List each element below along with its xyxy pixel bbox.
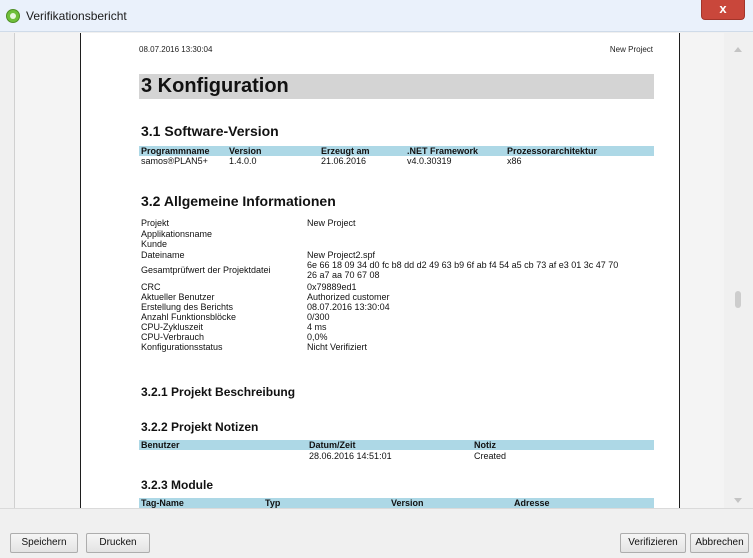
print-button[interactable]: Drucken [86,533,150,553]
module-col-adresse: Adresse [514,498,550,508]
software-col-programmname: Programmname [141,146,210,156]
vertical-scrollbar[interactable] [724,33,753,508]
notizen-notiz: Created [474,451,507,461]
notizen-col-notiz: Notiz [474,440,496,450]
section-title: 3 Konfiguration [141,75,289,97]
software-programmname: samos®PLAN5+ [141,156,208,166]
module-col-typ: Typ [265,498,281,508]
info-label-verbrauch: CPU-Verbrauch [141,332,205,342]
general-info-title: 3.2 Allgemeine Informationen [141,193,336,209]
info-value-crc: 0x79889ed1 [307,282,357,292]
info-label-projekt: Projekt [141,218,170,228]
scroll-down-arrow-icon[interactable] [734,498,742,503]
close-button[interactable]: x [701,0,745,20]
info-value-zykluszeit: 4 ms [307,322,327,332]
info-label-dateiname: Dateiname [141,250,185,260]
info-label-kunde: Kunde [141,239,168,249]
report-viewport: 08.07.2016 13:30:04 New Project 3 Konfig… [14,33,725,508]
software-col-version: Version [229,146,262,156]
software-erzeugt: 21.06.2016 [321,156,367,166]
save-button[interactable]: Speichern [10,533,78,553]
info-value-benutzer: Authorized customer [307,292,390,302]
software-col-architektur: Prozessorarchitektur [507,146,598,156]
info-label-erstellung: Erstellung des Berichts [141,302,234,312]
cancel-button[interactable]: Abbrechen [690,533,749,553]
notizen-table-header [139,440,654,450]
notizen-datum: 28.06.2016 14:51:01 [309,451,392,461]
software-architektur: x86 [507,156,522,166]
module-col-version: Version [391,498,424,508]
report-page: 08.07.2016 13:30:04 New Project 3 Konfig… [80,33,680,508]
info-label-funktionsbloecke: Anzahl Funktionsblöcke [141,312,237,322]
verify-button[interactable]: Verifizieren [620,533,686,553]
info-value-dateiname: New Project2.spf [307,250,376,260]
info-label-status: Konfigurationsstatus [141,342,223,352]
info-value-pruefwert: 6e 66 18 09 34 d0 fc b8 dd d2 49 63 b9 6… [307,260,619,270]
module-title: 3.2.3 Module [141,478,214,492]
software-framework: v4.0.30319 [407,156,452,166]
scroll-up-arrow-icon[interactable] [734,47,742,52]
info-label-applikationsname: Applikationsname [141,229,213,239]
scroll-thumb[interactable] [735,291,741,308]
info-label-benutzer: Aktueller Benutzer [141,292,215,302]
info-value-funktionsbloecke: 0/300 [307,312,330,322]
software-version: 1.4.0.0 [229,156,257,166]
button-bar: Speichern Drucken Verifizieren Abbrechen [0,508,753,558]
page-header-date: 08.07.2016 13:30:04 [139,45,213,54]
software-col-erzeugt: Erzeugt am [321,146,370,156]
notizen-title: 3.2.2 Projekt Notizen [141,420,259,434]
info-value-verbrauch: 0,0% [307,332,328,342]
beschreibung-title: 3.2.1 Projekt Beschreibung [141,385,296,399]
module-col-tagname: Tag-Name [141,498,184,508]
info-value-projekt: New Project [307,218,356,228]
notizen-col-datum: Datum/Zeit [309,440,356,450]
software-version-title: 3.1 Software-Version [141,123,279,139]
notizen-col-benutzer: Benutzer [141,440,180,450]
app-shield-icon [6,9,20,23]
info-label-pruefwert: Gesamtprüfwert der Projektdatei [141,265,271,275]
software-col-framework: .NET Framework [407,146,479,156]
info-value-pruefwert-cont: 26 a7 aa 70 67 08 [307,270,380,280]
page-header-project: New Project [609,45,653,54]
info-label-zykluszeit: CPU-Zykluszeit [141,322,204,332]
info-value-erstellung: 08.07.2016 13:30:04 [307,302,390,312]
window-title: Verifikationsbericht [26,9,127,23]
title-bar: Verifikationsbericht x [0,0,753,32]
info-label-crc: CRC [141,282,161,292]
info-value-status: Nicht Verifiziert [307,342,368,352]
